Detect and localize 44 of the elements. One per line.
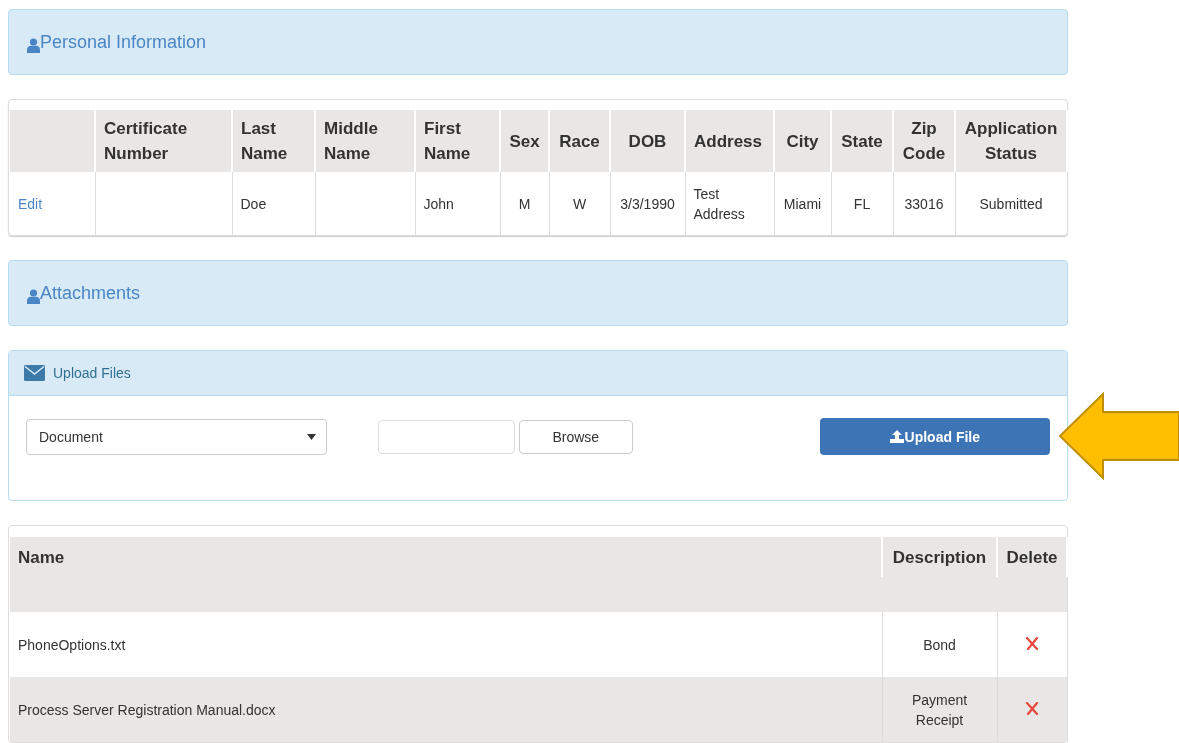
column-header: Address <box>685 110 774 172</box>
column-header: Sex <box>500 110 549 172</box>
person-icon <box>27 288 40 304</box>
column-header: Delete <box>997 537 1067 577</box>
document-type-dropdown[interactable]: Document <box>26 418 328 455</box>
table-cell: Test Address <box>693 185 745 222</box>
column-header: Description <box>882 537 997 577</box>
column-header: State <box>831 110 893 172</box>
delete-icon[interactable] <box>1025 701 1039 715</box>
upload-icon <box>889 430 904 443</box>
table-cell: W <box>572 195 587 212</box>
browse-button[interactable]: Browse <box>518 419 633 454</box>
edit-link[interactable]: Edit <box>18 195 43 212</box>
table-cell: John <box>423 195 454 212</box>
table-cell: FL <box>853 195 871 212</box>
table-cell: Bond <box>923 636 956 653</box>
table-cell: Payment Receipt <box>911 691 968 728</box>
column-header: Zip Code <box>893 110 955 172</box>
table-cell: Submitted <box>979 195 1043 212</box>
envelope-icon <box>24 365 45 381</box>
panel-title: Personal Information <box>40 31 207 53</box>
column-header: Application Status <box>955 110 1067 172</box>
panel-title: Attachments <box>40 282 141 304</box>
column-header: Certificate Number <box>95 110 232 172</box>
table-cell: M <box>518 195 531 212</box>
table-cell: PhoneOptions.txt <box>18 636 126 653</box>
file-field[interactable] <box>378 419 515 454</box>
table-cell: 33016 <box>904 195 944 212</box>
column-header: Middle Name <box>315 110 415 172</box>
person-icon <box>27 37 40 53</box>
column-header: Last Name <box>232 110 315 172</box>
column-header: City <box>774 110 831 172</box>
table-cell: Process Server Registration Manual.docx <box>18 701 276 718</box>
column-header: Race <box>549 110 610 172</box>
upload-button[interactable]: Upload File <box>819 418 1050 455</box>
caret-icon <box>307 433 317 440</box>
table-cell: 3/3/1990 <box>620 195 675 212</box>
column-header: Name <box>10 537 882 577</box>
column-header: First Name <box>415 110 500 172</box>
column-header: DOB <box>610 110 685 172</box>
table-cell: Doe <box>240 195 267 212</box>
delete-icon[interactable] <box>1025 636 1039 650</box>
table-cell: Miami <box>783 195 822 212</box>
panel-title: Upload Files <box>53 365 131 381</box>
